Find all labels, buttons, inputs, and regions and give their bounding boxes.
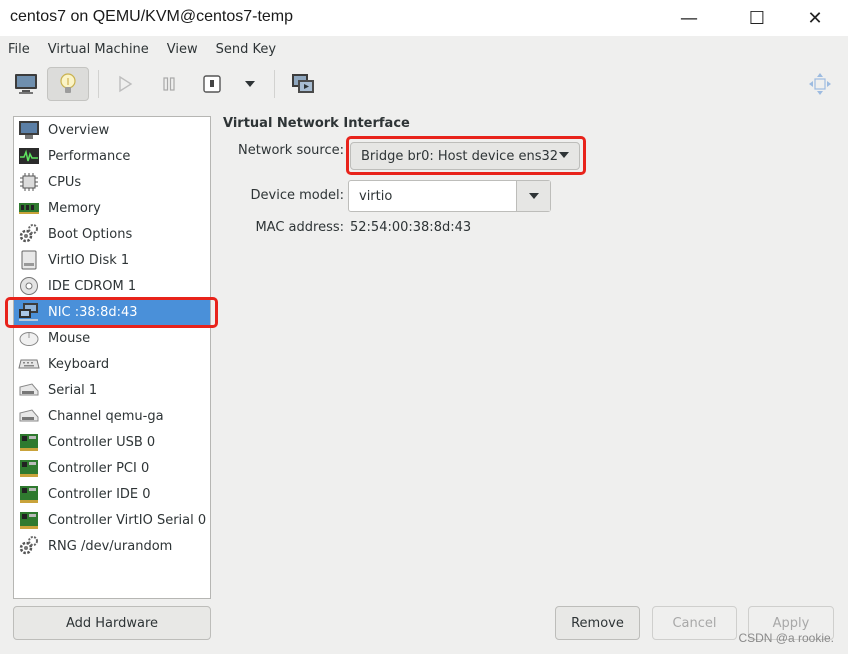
hw-item-channel-qemu-ga[interactable]: Channel qemu-ga bbox=[14, 403, 210, 429]
fullscreen-button[interactable] bbox=[803, 67, 837, 101]
hw-item-mouse[interactable]: Mouse bbox=[14, 325, 210, 351]
hw-item-controller-virtio-serial-0[interactable]: Controller VirtIO Serial 0 bbox=[14, 507, 210, 533]
close-button[interactable]: ✕ bbox=[792, 0, 838, 36]
gear-icon bbox=[18, 535, 40, 557]
mac-address-value: 52:54:00:38:8d:43 bbox=[350, 220, 472, 235]
device-model-label: Device model: bbox=[250, 188, 344, 203]
device-model-input[interactable] bbox=[350, 182, 515, 210]
hw-item-keyboard[interactable]: Keyboard bbox=[14, 351, 210, 377]
close-icon: ✕ bbox=[807, 7, 823, 29]
minimize-icon: — bbox=[680, 7, 698, 29]
shutdown-button[interactable] bbox=[195, 67, 229, 101]
device-model-combo[interactable] bbox=[348, 180, 551, 212]
title-bar: centos7 on QEMU/KVM@centos7-temp — ☐ ✕ bbox=[0, 0, 848, 36]
controller-icon bbox=[18, 457, 40, 479]
details-lightbulb-icon bbox=[60, 73, 76, 93]
serial-icon bbox=[18, 379, 40, 401]
maximize-icon: ☐ bbox=[748, 7, 766, 29]
network-source-label: Network source: bbox=[238, 143, 344, 158]
hardware-list: Overview Performance CPUs Memory Boot Op… bbox=[13, 116, 211, 599]
device-model-dropdown-button[interactable] bbox=[516, 181, 550, 211]
run-button[interactable] bbox=[108, 67, 142, 101]
chevron-down-icon bbox=[559, 152, 569, 158]
keyboard-icon bbox=[18, 353, 40, 375]
shutdown-icon bbox=[203, 75, 221, 93]
controller-icon bbox=[18, 431, 40, 453]
shutdown-menu-chevron-icon bbox=[245, 81, 255, 87]
hw-item-cpus[interactable]: CPUs bbox=[14, 169, 210, 195]
window-title: centos7 on QEMU/KVM@centos7-temp bbox=[10, 8, 294, 25]
hw-item-overview[interactable]: Overview bbox=[14, 117, 210, 143]
network-icon bbox=[18, 301, 40, 323]
minimize-button[interactable]: — bbox=[666, 0, 712, 36]
gear-icon bbox=[18, 223, 40, 245]
channel-icon bbox=[18, 405, 40, 427]
details-button[interactable] bbox=[47, 67, 89, 101]
cpu-icon bbox=[18, 171, 40, 193]
menu-file[interactable]: File bbox=[8, 42, 30, 57]
section-title: Virtual Network Interface bbox=[223, 116, 410, 131]
cancel-button[interactable]: Cancel bbox=[652, 606, 737, 640]
mouse-icon bbox=[18, 327, 40, 349]
snapshots-button[interactable] bbox=[286, 67, 320, 101]
menu-bar: File Virtual Machine View Send Key bbox=[0, 37, 848, 62]
cdrom-icon bbox=[18, 275, 40, 297]
hw-item-controller-pci-0[interactable]: Controller PCI 0 bbox=[14, 455, 210, 481]
run-icon bbox=[119, 75, 133, 93]
controller-icon bbox=[18, 509, 40, 531]
hw-item-rng[interactable]: RNG /dev/urandom bbox=[14, 533, 210, 559]
shutdown-menu-button[interactable] bbox=[233, 67, 267, 101]
controller-icon bbox=[18, 483, 40, 505]
hw-item-ide-cdrom-1[interactable]: IDE CDROM 1 bbox=[14, 273, 210, 299]
overview-icon bbox=[18, 119, 40, 141]
hw-item-serial-1[interactable]: Serial 1 bbox=[14, 377, 210, 403]
mac-address-label: MAC address: bbox=[255, 220, 344, 235]
network-source-dropdown[interactable]: Bridge br0: Host device ens32 bbox=[350, 142, 580, 170]
hw-item-controller-ide-0[interactable]: Controller IDE 0 bbox=[14, 481, 210, 507]
hw-item-nic[interactable]: NIC :38:8d:43 bbox=[14, 299, 210, 325]
pause-icon bbox=[163, 77, 175, 91]
watermark: CSDN @a rookie. bbox=[738, 631, 834, 645]
menu-send-key[interactable]: Send Key bbox=[216, 42, 276, 57]
add-hardware-button[interactable]: Add Hardware bbox=[13, 606, 211, 640]
hw-item-controller-usb-0[interactable]: Controller USB 0 bbox=[14, 429, 210, 455]
hw-item-performance[interactable]: Performance bbox=[14, 143, 210, 169]
disk-icon bbox=[18, 249, 40, 271]
fullscreen-icon bbox=[809, 73, 831, 95]
performance-icon bbox=[18, 145, 40, 167]
remove-button[interactable]: Remove bbox=[555, 606, 640, 640]
pause-button[interactable] bbox=[152, 67, 186, 101]
console-icon bbox=[15, 74, 37, 94]
menu-virtual-machine[interactable]: Virtual Machine bbox=[48, 42, 149, 57]
memory-icon bbox=[18, 197, 40, 219]
hw-item-boot-options[interactable]: Boot Options bbox=[14, 221, 210, 247]
hw-item-memory[interactable]: Memory bbox=[14, 195, 210, 221]
snapshots-icon bbox=[292, 74, 314, 93]
hw-item-virtio-disk-1[interactable]: VirtIO Disk 1 bbox=[14, 247, 210, 273]
network-source-value: Bridge br0: Host device ens32 bbox=[361, 148, 559, 164]
toolbar-separator bbox=[274, 70, 275, 98]
toolbar bbox=[0, 62, 848, 106]
maximize-button[interactable]: ☐ bbox=[734, 0, 780, 36]
chevron-down-icon bbox=[529, 193, 539, 199]
toolbar-separator bbox=[98, 70, 99, 98]
console-button[interactable] bbox=[9, 67, 43, 101]
menu-view[interactable]: View bbox=[167, 42, 198, 57]
